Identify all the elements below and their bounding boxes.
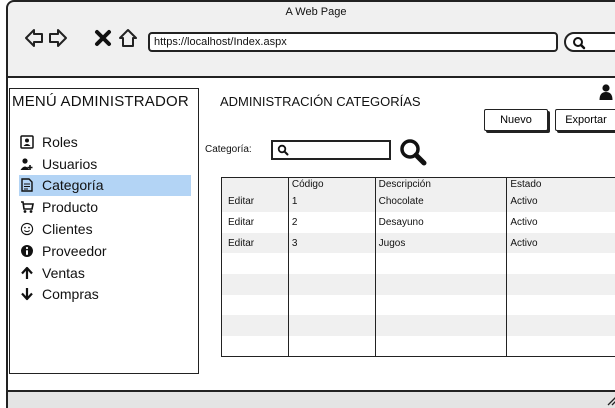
search-icon <box>573 37 586 50</box>
cell-codigo: 1 <box>287 191 376 213</box>
edit-link[interactable]: Editar <box>222 192 289 213</box>
sidebar-item-label: Compras <box>42 286 99 303</box>
home-icon[interactable] <box>118 28 138 48</box>
cell-estado: Activo <box>506 191 615 213</box>
cell-estado: Activo <box>506 212 615 233</box>
document-icon <box>19 177 35 193</box>
cell-codigo: 3 <box>287 232 376 254</box>
category-search-input[interactable] <box>271 140 391 160</box>
sidebar-item-label: Clientes <box>42 221 93 238</box>
sidebar-item-label: Roles <box>42 133 78 150</box>
add-user-icon <box>19 156 35 172</box>
sidebar-item-proveedor[interactable]: Proveedor <box>19 240 191 262</box>
sidebar-item-compras[interactable]: Compras <box>19 284 191 306</box>
user-icon[interactable] <box>599 84 613 100</box>
sidebar-menu: Roles Usuarios Categoría Producto Client… <box>19 131 191 305</box>
sidebar-item-label: Proveedor <box>42 242 107 259</box>
new-button[interactable]: Nuevo <box>484 109 548 131</box>
category-search-label: Categoría: <box>205 144 252 155</box>
table-row-empty <box>221 315 615 336</box>
search-button[interactable] <box>399 138 427 166</box>
page-content: MENÚ ADMINISTRADOR Roles Usuarios Catego… <box>8 76 615 392</box>
sidebar-item-ventas[interactable]: Ventas <box>19 262 191 284</box>
search-icon <box>277 144 289 156</box>
browser-search-field[interactable] <box>564 32 615 52</box>
sidebar-item-label: Producto <box>42 199 99 216</box>
arrow-up-icon <box>19 265 35 281</box>
sidebar-item-categoria[interactable]: Categoría <box>19 174 191 197</box>
back-icon[interactable] <box>24 28 44 48</box>
column-header-actions <box>222 178 289 192</box>
resize-grip-icon[interactable] <box>606 394 615 406</box>
sidebar-title: MENÚ ADMINISTRADOR <box>12 93 189 110</box>
edit-link[interactable]: Editar <box>222 233 289 254</box>
browser-window: A Web Page https://localhost/Index.aspx … <box>6 0 615 408</box>
column-header-estado[interactable]: Estado <box>506 177 615 192</box>
table-row: Editar 2 Desayuno Activo <box>221 212 615 233</box>
cart-icon <box>19 199 35 215</box>
sidebar-item-producto[interactable]: Producto <box>19 196 191 218</box>
cell-descripcion: Desayuno <box>374 212 507 233</box>
sidebar-item-roles[interactable]: Roles <box>19 131 191 153</box>
table-row: Editar 3 Jugos Activo <box>221 232 615 254</box>
page-title: ADMINISTRACIÓN CATEGORÍAS <box>220 94 421 109</box>
export-button[interactable]: Exportar <box>555 109 615 131</box>
table-row: Editar 1 Chocolate Activo <box>221 191 615 213</box>
column-header-descripcion[interactable]: Descripción <box>374 177 507 192</box>
cell-estado: Activo <box>506 232 615 254</box>
cell-descripcion: Chocolate <box>374 191 507 213</box>
stop-icon[interactable] <box>93 28 113 48</box>
column-header-codigo[interactable]: Código <box>287 177 376 192</box>
sidebar-item-label: Ventas <box>42 264 85 281</box>
address-bar[interactable]: https://localhost/Index.aspx <box>148 32 558 52</box>
cell-descripcion: Jugos <box>374 232 507 254</box>
table-row-empty <box>221 294 615 316</box>
info-icon <box>19 243 35 259</box>
table-row-empty <box>221 253 615 274</box>
arrow-down-icon <box>19 286 35 302</box>
sidebar-item-label: Usuarios <box>42 155 98 172</box>
window-title: A Web Page <box>285 6 347 18</box>
table-row-empty <box>221 274 615 295</box>
sidebar-item-label: Categoría <box>42 177 104 194</box>
smiley-icon <box>19 221 35 237</box>
status-bar <box>8 392 615 408</box>
cell-codigo: 2 <box>287 212 376 233</box>
categories-table: Código Descripción Estado Editar 1 Choco… <box>221 177 615 357</box>
edit-link[interactable]: Editar <box>222 212 289 233</box>
table-row-empty <box>221 335 615 357</box>
id-card-icon <box>19 134 35 150</box>
magnifier-icon <box>400 139 427 166</box>
sidebar-item-clientes[interactable]: Clientes <box>19 218 191 240</box>
forward-icon[interactable] <box>48 28 68 48</box>
table-header-row: Código Descripción Estado <box>221 177 615 192</box>
admin-sidebar: MENÚ ADMINISTRADOR Roles Usuarios Catego… <box>9 88 199 374</box>
sidebar-item-usuarios[interactable]: Usuarios <box>19 153 191 175</box>
